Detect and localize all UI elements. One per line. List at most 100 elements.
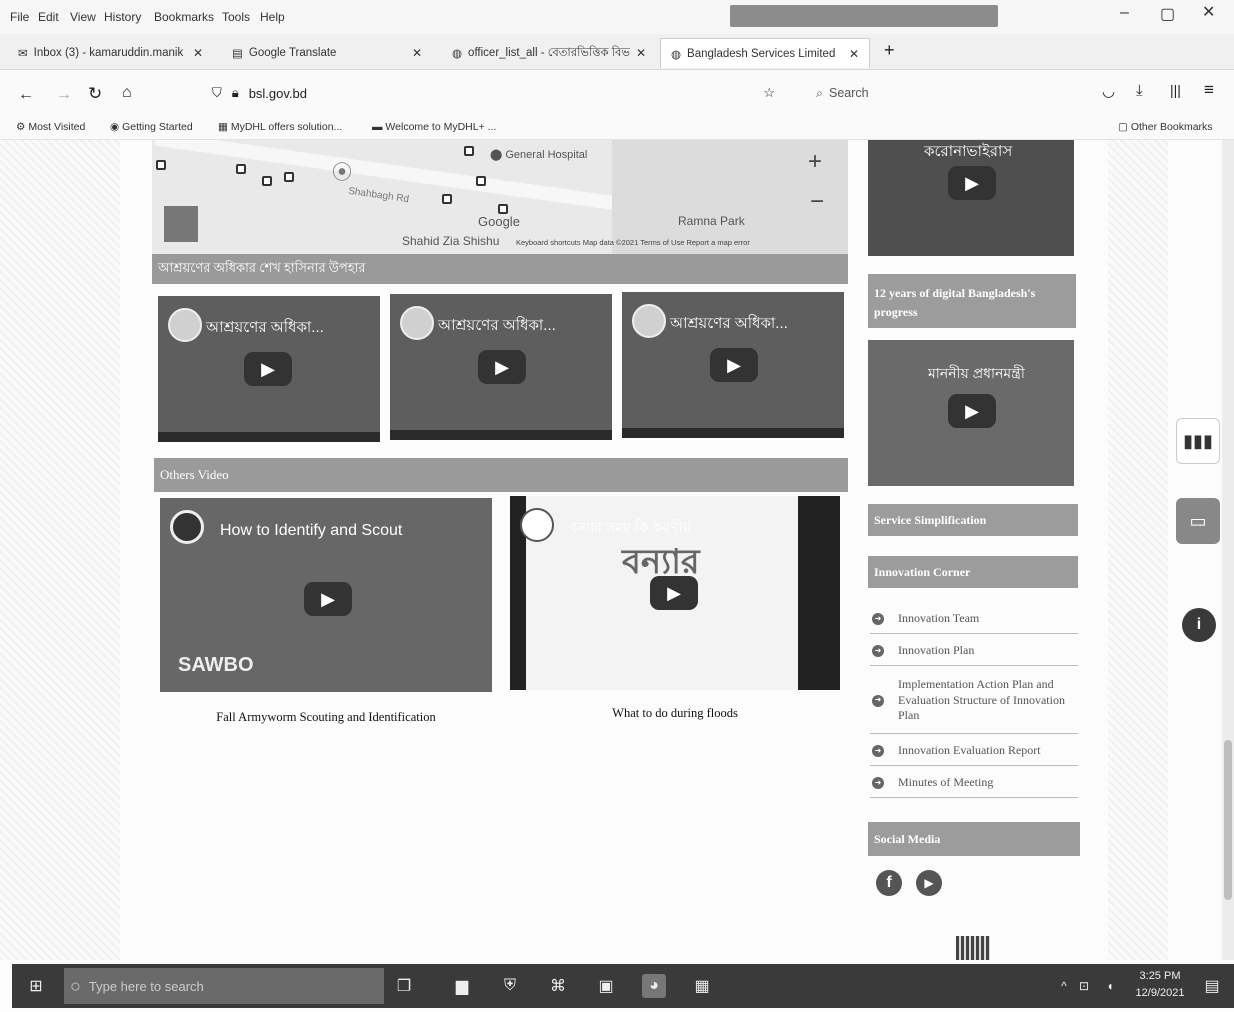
maximize-icon[interactable]: ▢	[1160, 4, 1175, 24]
security-icon[interactable]: ⛨	[498, 974, 522, 998]
play-icon[interactable]: ▶	[710, 348, 758, 382]
star-icon[interactable]: ☆	[763, 85, 775, 101]
arrow-icon: ➜	[872, 744, 884, 757]
scroll-top-icon[interactable]	[956, 936, 990, 960]
play-icon[interactable]: ▶	[304, 582, 352, 616]
side-video-corona[interactable]: করোনাভাইরাস ▶	[868, 140, 1074, 256]
close-tab-icon[interactable]: ✕	[412, 46, 422, 60]
other-bookmarks[interactable]: ▢ Other Bookmarks	[1118, 121, 1213, 133]
chart-icon[interactable]: ▮▮▮	[1176, 418, 1220, 464]
map-label-school: Shahid Zia Shishu	[402, 234, 500, 248]
side-video-pm[interactable]: মাননীয় প্রধানমন্ত্রী ▶	[868, 340, 1074, 486]
video-title: How to Identify and Scout	[220, 522, 403, 539]
play-icon[interactable]: ▶	[478, 350, 526, 384]
word-icon[interactable]: ▣	[594, 974, 618, 998]
library-icon[interactable]: |||	[1170, 82, 1181, 98]
globe-icon: ◍	[671, 48, 682, 61]
search-input[interactable]: ⌕ Search	[810, 80, 1090, 106]
map-label-road: Shahbagh Rd	[347, 185, 410, 206]
clock[interactable]: 3:25 PM 12/9/2021	[1124, 968, 1196, 1002]
close-window-icon[interactable]: ✕	[1202, 2, 1215, 22]
zoom-in-button[interactable]: +	[808, 148, 822, 176]
video-title: আশ্রয়ণের অধিকা...	[670, 315, 788, 332]
innovation-item[interactable]: ➜ Innovation Evaluation Report	[870, 736, 1078, 766]
chat-icon[interactable]: ▭	[1176, 498, 1220, 544]
excel-icon[interactable]: ▦	[690, 974, 714, 998]
menu-edit[interactable]: Edit	[38, 10, 59, 24]
close-tab-icon[interactable]: ✕	[849, 47, 859, 61]
volume-icon[interactable]: ◖	[1098, 974, 1122, 998]
url-bar[interactable]: ⛉ 🔒︎ bsl.gov.bd ☆	[200, 80, 775, 106]
menu-file[interactable]: File	[10, 10, 29, 24]
map-label-hospital: ⬤ General Hospital	[490, 149, 588, 161]
bookmark-mydhl-offers[interactable]: ▦ MyDHL offers solution...	[218, 121, 342, 133]
translate-icon: ▤	[232, 48, 243, 60]
pdf-icon[interactable]: ⌘	[546, 974, 570, 998]
menu-history[interactable]: History	[104, 10, 141, 24]
tab-officer-list[interactable]: ◍ officer_list_all - বেতারভিত্তিক বিভ ✕	[442, 38, 652, 68]
play-icon[interactable]: ▶	[244, 352, 292, 386]
innovation-corner-title: Innovation Corner	[868, 556, 1078, 588]
menu-view[interactable]: View	[70, 10, 96, 24]
file-explorer-icon[interactable]: ▆	[450, 974, 474, 998]
new-tab-icon[interactable]: +	[884, 40, 895, 61]
scrollbar[interactable]	[1222, 140, 1234, 960]
video-ashrayan-3[interactable]: আশ্রয়ণের অধিকা... ▶	[622, 292, 844, 438]
bookmark-getting-started[interactable]: ◉ Getting Started	[110, 121, 193, 133]
menu-tools[interactable]: Tools	[222, 10, 250, 24]
minimize-icon[interactable]: –	[1120, 4, 1129, 22]
search-icon: ⌕	[816, 85, 824, 100]
channel-avatar	[520, 508, 554, 542]
tab-label: Inbox (3) - kamaruddin.manik	[33, 47, 184, 59]
video-title: মাননীয় প্রধানমন্ত্রী	[928, 365, 1025, 381]
pegman-icon[interactable]	[164, 206, 198, 242]
bookmark-most-visited[interactable]: ⚙ Most Visited	[16, 121, 85, 133]
play-icon[interactable]: ▶	[948, 394, 996, 428]
facebook-icon[interactable]: f	[876, 870, 902, 896]
innovation-item[interactable]: ➜ Innovation Team	[870, 604, 1078, 634]
video-floods[interactable]: বন্যার সময় কি করণীয় বন্যার ▶	[510, 496, 840, 690]
tab-inbox[interactable]: ✉ Inbox (3) - kamaruddin.manik ✕	[8, 38, 213, 68]
video-title: করোনাভাইরাস	[924, 143, 1013, 160]
google-map[interactable]: ⦿ ⬤ General Hospital Shahbagh Rd Google …	[152, 140, 848, 255]
channel-avatar	[632, 304, 666, 338]
windows-start-icon[interactable]: ⊞	[24, 974, 48, 998]
innovation-item[interactable]: ➜ Innovation Plan	[870, 636, 1078, 666]
task-view-icon[interactable]: ❐	[392, 974, 416, 998]
close-tab-icon[interactable]: ✕	[636, 46, 646, 60]
notifications-icon[interactable]: ▤	[1200, 974, 1224, 998]
url-text: bsl.gov.bd	[248, 85, 307, 101]
tab-bangladesh-services[interactable]: ◍ Bangladesh Services Limited ✕	[660, 38, 870, 68]
menu-help[interactable]: Help	[260, 10, 285, 24]
bookmarks-bar: ⚙ Most Visited ◉ Getting Started ▦ MyDHL…	[0, 116, 1234, 140]
info-icon[interactable]: i	[1182, 608, 1216, 642]
tab-label: officer_list_all - বেতারভিত্তিক বিভ	[468, 46, 630, 59]
innovation-item[interactable]: ➜ Minutes of Meeting	[870, 768, 1078, 798]
reload-icon[interactable]: ↻	[88, 84, 102, 104]
taskbar-search[interactable]: ○ Type here to search	[64, 968, 384, 1004]
home-icon[interactable]: ⌂	[122, 84, 132, 102]
play-icon[interactable]: ▶	[948, 166, 996, 200]
play-icon[interactable]: ▶	[650, 576, 698, 610]
close-tab-icon[interactable]: ✕	[193, 46, 203, 60]
video-armyworm[interactable]: How to Identify and Scout ▶ SAWBO	[160, 498, 492, 692]
youtube-icon[interactable]: ▶	[916, 870, 942, 896]
menu-bookmarks[interactable]: Bookmarks	[154, 10, 214, 24]
bookmark-mydhl-welcome[interactable]: ▬ Welcome to MyDHL+ ...	[372, 121, 496, 133]
tab-google-translate[interactable]: ▤ Google Translate ✕	[222, 38, 432, 68]
forward-icon[interactable]: →	[56, 86, 72, 104]
network-icon[interactable]: ⊡	[1072, 974, 1096, 998]
video-ashrayan-2[interactable]: আশ্রয়ণের অধিকা... ▶	[390, 294, 612, 440]
shield-icon: ⛉	[212, 85, 222, 100]
back-icon[interactable]: ←	[18, 86, 34, 104]
section-title-others-video: Others Video	[154, 458, 848, 492]
pocket-icon[interactable]: ◡	[1102, 82, 1115, 100]
innovation-item[interactable]: ➜ Implementation Action Plan and Evaluati…	[870, 668, 1078, 734]
firefox-icon[interactable]: ◕	[642, 974, 666, 998]
service-simplification-link[interactable]: Service Simplification	[868, 504, 1078, 536]
menu-icon[interactable]: ≡	[1204, 80, 1214, 100]
video-ashrayan-1[interactable]: আশ্রয়ণের অধিকা... ▶	[158, 296, 380, 442]
zoom-out-button[interactable]: −	[810, 188, 824, 216]
channel-avatar	[170, 510, 204, 544]
download-icon[interactable]: ⤓	[1136, 82, 1143, 99]
